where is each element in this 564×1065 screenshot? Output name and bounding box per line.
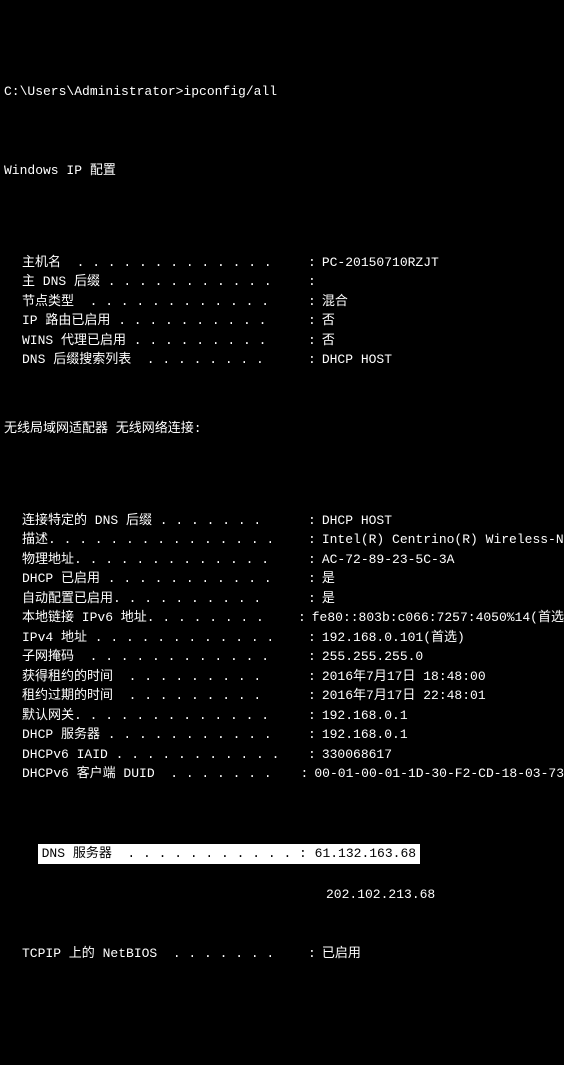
separator: : xyxy=(301,764,309,784)
adapter-value: 192.168.0.101(首选) xyxy=(322,628,564,648)
config-value: 混合 xyxy=(322,292,564,312)
adapter-value: 00-01-00-01-1D-30-F2-CD-18-03-73 xyxy=(314,764,564,784)
separator: : xyxy=(308,272,316,292)
config-value xyxy=(322,272,564,292)
separator: : xyxy=(308,550,316,570)
separator: : xyxy=(298,608,306,628)
adapter-label: 连接特定的 DNS 后缀 . . . . . . . xyxy=(22,511,302,531)
adapter-value: 2016年7月17日 18:48:00 xyxy=(322,667,564,687)
separator: : xyxy=(308,686,316,706)
adapter-value: 255.255.255.0 xyxy=(322,647,564,667)
adapter-row: 连接特定的 DNS 后缀 . . . . . . .: DHCP HOST xyxy=(22,511,564,531)
adapter-row: DHCP 服务器 . . . . . . . . . . .:192.168.0… xyxy=(22,725,564,745)
separator: : xyxy=(308,725,316,745)
ip-config-header: Windows IP 配置 xyxy=(4,161,564,181)
adapter-label: 自动配置已启用. . . . . . . . . . xyxy=(22,589,302,609)
config-value: PC-20150710RZJT xyxy=(322,253,564,273)
separator: : xyxy=(308,647,316,667)
adapter-value: Intel(R) Centrino(R) Wireless-N xyxy=(322,530,564,550)
adapter-value: 192.168.0.1 xyxy=(322,706,564,726)
separator: : xyxy=(308,331,316,351)
adapter-label: DHCPv6 客户端 DUID . . . . . . . xyxy=(22,764,295,784)
adapter-row: 物理地址. . . . . . . . . . . . .: AC-72-89-2… xyxy=(22,550,564,570)
adapter-label: IPv4 地址 . . . . . . . . . . . . xyxy=(22,628,302,648)
adapter-value: 192.168.0.1 xyxy=(322,725,564,745)
adapter-label: 描述. . . . . . . . . . . . . . . xyxy=(22,530,302,550)
config-row: 主 DNS 后缀 . . . . . . . . . . .: xyxy=(22,272,564,292)
separator: : xyxy=(308,628,316,648)
adapter-label: 物理地址. . . . . . . . . . . . . xyxy=(22,550,302,570)
adapter-row: 默认网关. . . . . . . . . . . . .:192.168.0.… xyxy=(22,706,564,726)
separator: : xyxy=(308,745,316,765)
adapter-row: 描述. . . . . . . . . . . . . . .: Intel(R)… xyxy=(22,530,564,550)
config-label: DNS 后缀搜索列表 . . . . . . . . xyxy=(22,350,302,370)
adapter-row: DHCPv6 客户端 DUID . . . . . . .:00-01-00-0… xyxy=(22,764,564,784)
config-label: 主 DNS 后缀 . . . . . . . . . . . xyxy=(22,272,302,292)
adapter-value: 330068617 xyxy=(322,745,564,765)
config-row: 节点类型 . . . . . . . . . . . .: 混合 xyxy=(22,292,564,312)
adapter-label: DHCPv6 IAID . . . . . . . . . . . xyxy=(22,745,302,765)
adapter-value: DHCP HOST xyxy=(322,511,564,531)
adapter-row: 获得租约的时间 . . . . . . . . .:2016年7月17日 18:… xyxy=(22,667,564,687)
config-row: 主机名 . . . . . . . . . . . . .: PC-2015071… xyxy=(22,253,564,273)
separator: : xyxy=(308,311,316,331)
adapter-value: 是 xyxy=(322,589,564,609)
adapter-section: 连接特定的 DNS 后缀 . . . . . . .:DHCP HOST描述. … xyxy=(4,511,564,784)
separator: : xyxy=(308,944,316,964)
adapter-row: 租约过期的时间 . . . . . . . . .:2016年7月17日 22:… xyxy=(22,686,564,706)
adapter-row: DHCP 已启用 . . . . . . . . . . .: 是 xyxy=(22,569,564,589)
netbios-label: TCPIP 上的 NetBIOS . . . . . . . xyxy=(22,944,302,964)
adapter-label: DHCP 服务器 . . . . . . . . . . . xyxy=(22,725,302,745)
separator: : xyxy=(308,292,316,312)
dns-server-secondary: 202.102.213.68 xyxy=(326,885,564,905)
config-row: IP 路由已启用 . . . . . . . . . .: 否 xyxy=(22,311,564,331)
netbios-value: 已启用 xyxy=(322,944,564,964)
separator: : xyxy=(308,667,316,687)
dns-server-highlight: DNS 服务器 . . . . . . . . . . . : 61.132.1… xyxy=(38,844,420,864)
adapter-row: IPv4 地址 . . . . . . . . . . . .:192.168.… xyxy=(22,628,564,648)
config-section: 主机名 . . . . . . . . . . . . .: PC-2015071… xyxy=(4,253,564,370)
separator: : xyxy=(308,706,316,726)
config-label: 主机名 . . . . . . . . . . . . . xyxy=(22,253,302,273)
adapter-value: AC-72-89-23-5C-3A xyxy=(322,550,564,570)
separator: : xyxy=(308,350,316,370)
separator: : xyxy=(308,569,316,589)
adapter-label: 租约过期的时间 . . . . . . . . . xyxy=(22,686,302,706)
adapter-label: 默认网关. . . . . . . . . . . . . xyxy=(22,706,302,726)
adapter-row: 自动配置已启用. . . . . . . . . .: 是 xyxy=(22,589,564,609)
adapter-label: DHCP 已启用 . . . . . . . . . . . xyxy=(22,569,302,589)
adapter-row: DHCPv6 IAID . . . . . . . . . . .:330068… xyxy=(22,745,564,765)
separator: : xyxy=(308,511,316,531)
adapter-label: 获得租约的时间 . . . . . . . . . xyxy=(22,667,302,687)
config-label: IP 路由已启用 . . . . . . . . . . xyxy=(22,311,302,331)
adapter-value: fe80::803b:c066:7257:4050%14(首选 xyxy=(312,608,564,628)
adapter-label: 子网掩码 . . . . . . . . . . . . xyxy=(22,647,302,667)
config-label: 节点类型 . . . . . . . . . . . . xyxy=(22,292,302,312)
adapter-row: 本地链接 IPv6 地址. . . . . . . .: fe80::803b:c… xyxy=(22,608,564,628)
config-row: DNS 后缀搜索列表 . . . . . . . .: DHCP HOST xyxy=(22,350,564,370)
config-value: 否 xyxy=(322,311,564,331)
adapter-row: 子网掩码 . . . . . . . . . . . .:255.255.255… xyxy=(22,647,564,667)
config-value: 否 xyxy=(322,331,564,351)
separator: : xyxy=(308,530,316,550)
separator: : xyxy=(308,589,316,609)
command-prompt: C:\Users\Administrator>ipconfig/all xyxy=(4,82,564,102)
config-row: WINS 代理已启用 . . . . . . . . .: 否 xyxy=(22,331,564,351)
config-label: WINS 代理已启用 . . . . . . . . . xyxy=(22,331,302,351)
config-value: DHCP HOST xyxy=(322,350,564,370)
adapter-header: 无线局域网适配器 无线网络连接: xyxy=(4,419,564,439)
adapter-value: 2016年7月17日 22:48:01 xyxy=(322,686,564,706)
adapter-label: 本地链接 IPv6 地址. . . . . . . . xyxy=(22,608,292,628)
netbios-row: TCPIP 上的 NetBIOS . . . . . . . : 已启用 xyxy=(22,944,564,964)
adapter-value: 是 xyxy=(322,569,564,589)
separator: : xyxy=(308,253,316,273)
